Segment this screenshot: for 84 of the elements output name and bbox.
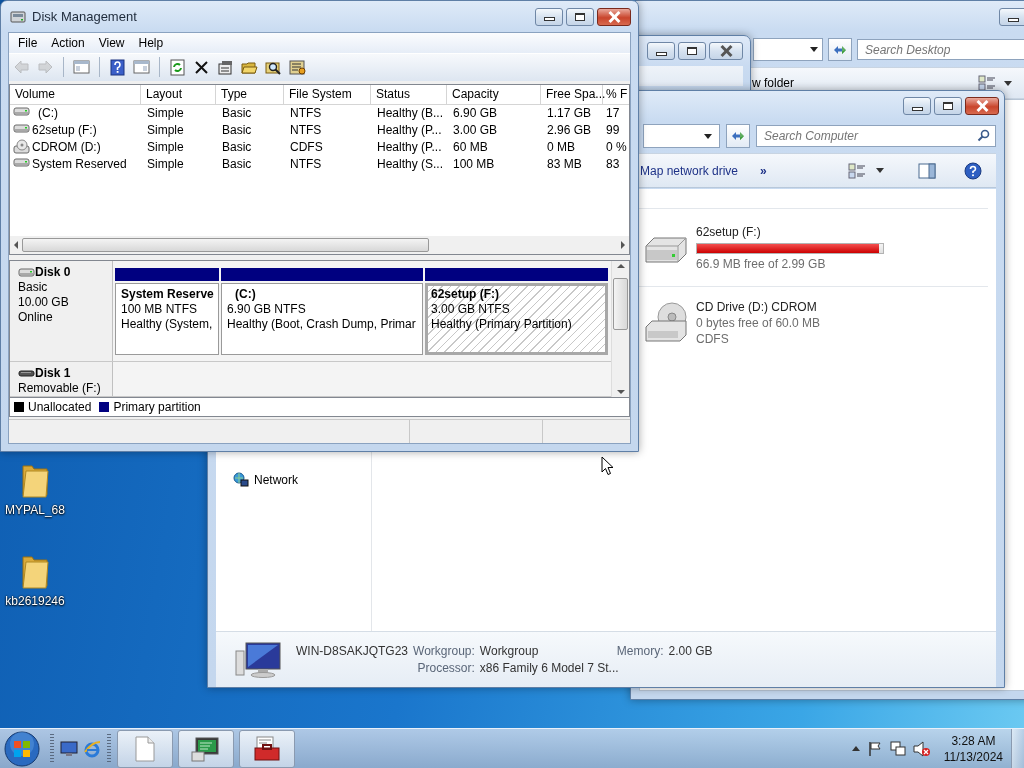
drive-name[interactable]: CD Drive (D:) CDROM [696, 299, 821, 315]
table-cell-text: NTFS [289, 106, 323, 121]
table-cell-text: NTFS [289, 157, 323, 172]
detail-value: Workgroup [479, 644, 540, 658]
table-cell-text: Healthy (P... [376, 123, 443, 138]
table-cell-text: Simple [146, 123, 185, 138]
column-header[interactable]: Type [216, 84, 284, 104]
detail-label: Memory: [616, 644, 664, 658]
clock[interactable]: 3:28 AM 11/13/2024 [943, 732, 1003, 765]
table-cell-text: 17 [605, 106, 620, 121]
clock-time: 3:28 AM [951, 732, 996, 749]
detail-label: Workgroup: [413, 644, 475, 658]
drive-file-system: CDFS [696, 331, 730, 347]
table-cell-text: Healthy (P... [376, 140, 443, 155]
column-header[interactable]: Free Spa... [541, 84, 603, 104]
detail-label: Processor: [416, 661, 475, 675]
clock-date: 11/13/2024 [943, 748, 1003, 765]
more-commands-button[interactable]: » [760, 163, 767, 178]
partition-size: 6.90 GB NTFS [227, 301, 307, 317]
column-header[interactable]: Layout [141, 84, 216, 104]
table-cell-text: 83 [605, 157, 620, 172]
column-header[interactable]: Volume [10, 84, 141, 104]
table-cell-text: 6.90 GB [452, 106, 499, 121]
disk-info: Basic [18, 279, 49, 295]
search-field[interactable]: Search Desktop [857, 39, 1024, 60]
table-cell-text: 60 MB [452, 140, 489, 155]
nav-item[interactable]: Network [254, 473, 298, 487]
table-cell: System Reserved [32, 157, 127, 172]
legend-label: Primary partition [113, 399, 201, 414]
computer-name: WIN-D8SAKJQTG23 [296, 644, 409, 658]
table-cell-text: Simple [146, 106, 185, 121]
menu-item[interactable]: Help [132, 35, 172, 50]
toolbar-button[interactable]: Map network drive [640, 163, 739, 178]
table-cell-text: Simple [146, 140, 185, 155]
table-cell-text: NTFS [289, 123, 323, 138]
disk-info: 10.00 GB [18, 294, 70, 310]
table-cell-text: 99 [605, 123, 620, 138]
menu-item[interactable]: File [12, 35, 46, 50]
column-header[interactable]: Status [371, 84, 447, 104]
desktop-icon-label[interactable]: kb2619246 [5, 594, 65, 608]
table-cell: 62setup (F:) [32, 123, 97, 138]
column-header[interactable]: File System [284, 84, 371, 104]
table-cell-text: Simple [146, 157, 185, 172]
toolbar-text[interactable]: w folder [752, 76, 795, 90]
partition-status: Healthy (Primary Partition) [431, 316, 573, 332]
drive-free-space: 0 bytes free of 60.0 MB [696, 315, 821, 331]
table-cell-text: CDFS [289, 140, 324, 155]
table-cell-text: Healthy (S... [376, 157, 445, 172]
partition-name: 62setup (F:) [431, 286, 500, 302]
table-cell-text: Basic [221, 123, 253, 138]
partition-name: System Reserve [121, 286, 213, 302]
legend-label: Unallocated [28, 399, 92, 414]
partition-size: 3.00 GB NTFS [431, 301, 511, 317]
table-cell-text: 1.17 GB [546, 106, 593, 121]
table-cell-text: Basic [221, 157, 253, 172]
table-cell-text: 0 MB [546, 140, 576, 155]
table-cell-text: Healthy (B... [376, 106, 445, 121]
disk-info: Removable (F:) [18, 380, 102, 396]
detail-value: 2.00 GB [668, 644, 713, 658]
partition-size: 100 MB NTFS [121, 301, 199, 317]
partition-name: (C:) [234, 286, 257, 302]
table-cell-text: Basic [221, 106, 253, 121]
search-field[interactable]: Search Computer [756, 125, 996, 147]
table-cell-text: 100 MB [452, 157, 496, 172]
drive-free-space: 66.9 MB free of 2.99 GB [696, 256, 827, 272]
table-cell: (C:) [38, 106, 58, 121]
disk-info: Online [18, 309, 54, 325]
table-cell-text: 0 % [605, 140, 627, 155]
detail-value: x86 Family 6 Model 7 St... [479, 661, 620, 675]
table-cell: CDROM (D:) [32, 140, 101, 155]
table-cell-text: 83 MB [546, 157, 583, 172]
table-cell-text: 3.00 GB [452, 123, 499, 138]
desktop-icon-label[interactable]: MYPAL_68 [5, 503, 65, 517]
window-title: Disk Management [32, 9, 137, 24]
partition-status: Healthy (Boot, Crash Dump, Primar [227, 316, 417, 332]
partition-status: Healthy (System, [121, 316, 213, 332]
drive-name[interactable]: 62setup (F:) [696, 224, 884, 240]
disk-name: Disk 1 [35, 365, 71, 381]
menu-item[interactable]: View [92, 35, 133, 50]
disk-name: Disk 0 [35, 264, 71, 280]
menu-item[interactable]: Action [45, 35, 93, 50]
column-header[interactable]: Capacity [447, 84, 541, 104]
table-cell-text: Basic [221, 140, 253, 155]
table-cell-text: 2.96 GB [546, 123, 593, 138]
